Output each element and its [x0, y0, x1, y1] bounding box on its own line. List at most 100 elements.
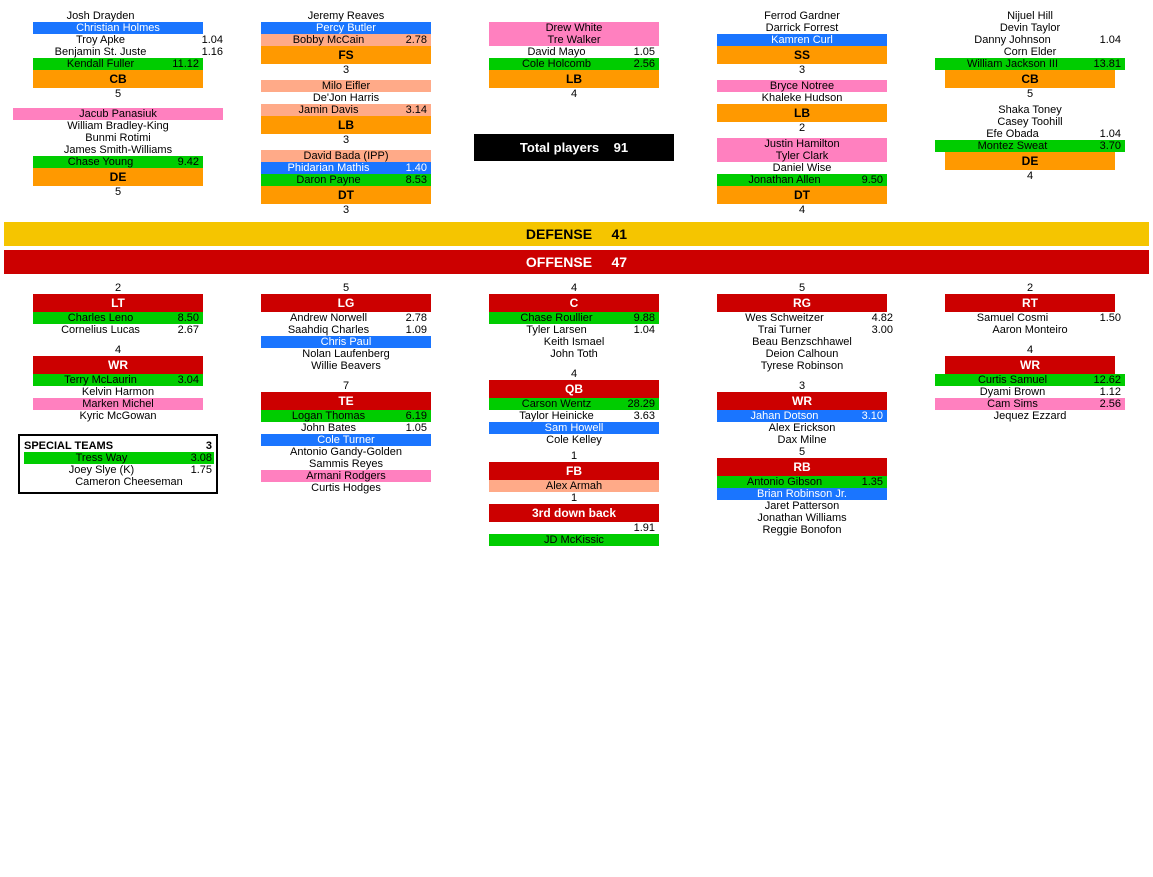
- pos-count: 3: [799, 64, 805, 76]
- pos-count: 5: [115, 88, 121, 100]
- col-fs: Jeremy Reaves Percy Butler Bobby McCain …: [232, 4, 460, 218]
- player-row: Cameron Cheeseman: [24, 476, 234, 488]
- player-row: Devin Taylor: [925, 22, 1135, 34]
- player-row: Jeremy Reaves: [241, 10, 451, 22]
- player-name: Chase Young: [37, 156, 164, 168]
- pos-label-dt2: DT: [261, 186, 431, 204]
- player-name: Keith Ismael: [469, 336, 679, 348]
- player-row: Trai Turner 3.00: [707, 324, 897, 336]
- player-name: William Jackson III: [939, 58, 1086, 70]
- player-name: Alex Erickson: [697, 422, 907, 434]
- player-row: Christian Holmes: [33, 22, 203, 34]
- player-val: 1.04: [1086, 34, 1121, 46]
- special-teams-label: SPECIAL TEAMS: [24, 440, 113, 452]
- col-ss: Ferrod Gardner Darrick Forrest Kamren Cu…: [688, 4, 916, 218]
- player-row: John Bates 1.05: [261, 422, 431, 434]
- player-row: William Jackson III 13.81: [935, 58, 1125, 70]
- special-teams-box: SPECIAL TEAMS 3 Tress Way 3.08 Joey Slye…: [18, 434, 218, 494]
- player-name: Chase Roullier: [493, 312, 620, 324]
- pos-label-wr-mid: WR: [717, 392, 887, 410]
- pos-label-lb2: LB: [261, 116, 431, 134]
- player-name: Darrick Forrest: [697, 22, 907, 34]
- player-row: Marken Michel: [33, 398, 203, 410]
- player-row: Corn Elder: [925, 46, 1135, 58]
- player-row: Curtis Hodges: [241, 482, 451, 494]
- player-name: Cole Kelley: [469, 434, 679, 446]
- player-row: Bryce Notree: [717, 80, 887, 92]
- player-val: 1.75: [177, 464, 212, 476]
- pos-label-fs: FS: [261, 46, 431, 64]
- pos-label-ss: SS: [717, 46, 887, 64]
- player-row: Deion Calhoun: [697, 348, 907, 360]
- player-row: David Bada (IPP): [261, 150, 431, 162]
- col-rg: 5 RG Wes Schweitzer 4.82 Trai Turner 3.0…: [688, 280, 916, 538]
- player-row: Willie Beavers: [241, 360, 451, 372]
- player-row: 1.91: [489, 522, 659, 534]
- pos-label-c: C: [489, 294, 659, 312]
- player-name: Milo Eifler: [265, 80, 427, 92]
- player-name: Jacub Panasiuk: [13, 108, 223, 120]
- pos-count: 4: [571, 368, 577, 380]
- player-row: De'Jon Harris: [241, 92, 451, 104]
- pos-label-rg: RG: [717, 294, 887, 312]
- player-val: 1.05: [392, 422, 427, 434]
- player-row: Dax Milne: [697, 434, 907, 446]
- player-row: Jequez Ezzard: [925, 410, 1135, 422]
- player-name: Jahan Dotson: [721, 410, 848, 422]
- player-name: Tress Way: [26, 452, 177, 464]
- col-cb-right: Nijuel Hill Devin Taylor Danny Johnson 1…: [916, 4, 1144, 184]
- player-name: Bryce Notree: [721, 80, 883, 92]
- player-val: 1.35: [848, 476, 883, 488]
- player-row: Casey Toohill: [925, 116, 1135, 128]
- player-val: 1.50: [1086, 312, 1121, 324]
- player-val: 3.08: [177, 452, 212, 464]
- pos-label-wr-right: WR: [945, 356, 1115, 374]
- player-row: Andrew Norwell 2.78: [261, 312, 431, 324]
- pos-count: 7: [343, 380, 349, 392]
- special-teams-count: 3: [206, 440, 212, 452]
- player-name: William Bradley-King: [13, 120, 223, 132]
- pos-count: 1: [571, 492, 577, 504]
- player-name: John Bates: [265, 422, 392, 434]
- player-row: Saahdiq Charles 1.09: [261, 324, 431, 336]
- pos-label-de-right: DE: [945, 152, 1115, 170]
- player-name: Andrew Norwell: [265, 312, 392, 324]
- player-row: Benjamin St. Juste 1.16: [13, 46, 223, 58]
- player-row: Carson Wentz 28.29: [489, 398, 659, 410]
- player-val: 9.88: [620, 312, 655, 324]
- player-name: Beau Benzschhawel: [697, 336, 907, 348]
- player-row: Jaret Patterson: [697, 500, 907, 512]
- pos-label-de-left: DE: [33, 168, 203, 186]
- total-label: Total players 91: [520, 140, 628, 155]
- total-players-box: Total players 91: [474, 134, 674, 161]
- player-val: 3.10: [848, 410, 883, 422]
- player-name: Alex Armah: [493, 480, 655, 492]
- player-row: Beau Benzschhawel: [697, 336, 907, 348]
- col-mid: Drew White Tre Walker David Mayo 1.05 Co…: [460, 4, 688, 167]
- player-name: Khaleke Hudson: [697, 92, 907, 104]
- player-row: Cole Kelley: [469, 434, 679, 446]
- player-row: Tre Walker: [489, 34, 659, 46]
- player-name: Efe Obada: [939, 128, 1086, 140]
- pos-count: 3: [343, 64, 349, 76]
- player-name: David Mayo: [493, 46, 620, 58]
- player-row: Antonio Gandy-Golden: [241, 446, 451, 458]
- player-row: Taylor Heinicke 3.63: [489, 410, 659, 422]
- player-val: 1.05: [620, 46, 655, 58]
- player-name: Benjamin St. Juste: [13, 46, 188, 58]
- player-name: Danny Johnson: [939, 34, 1086, 46]
- player-row: Jahan Dotson 3.10: [717, 410, 887, 422]
- player-row: Percy Butler: [261, 22, 431, 34]
- player-row: Phidarian Mathis 1.40: [261, 162, 431, 174]
- player-name: Nolan Laufenberg: [241, 348, 451, 360]
- player-row: Danny Johnson 1.04: [935, 34, 1125, 46]
- player-name: Taylor Heinicke: [493, 410, 620, 422]
- player-name: Cole Holcomb: [493, 58, 620, 70]
- player-row: Jonathan Williams: [697, 512, 907, 524]
- player-row: Jonathan Allen 9.50: [717, 174, 887, 186]
- player-name: Justin Hamilton: [721, 138, 883, 150]
- player-name: Aaron Monteiro: [925, 324, 1135, 336]
- player-row: Wes Schweitzer 4.82: [707, 312, 897, 324]
- player-val: 8.53: [392, 174, 427, 186]
- player-row: Armani Rodgers: [261, 470, 431, 482]
